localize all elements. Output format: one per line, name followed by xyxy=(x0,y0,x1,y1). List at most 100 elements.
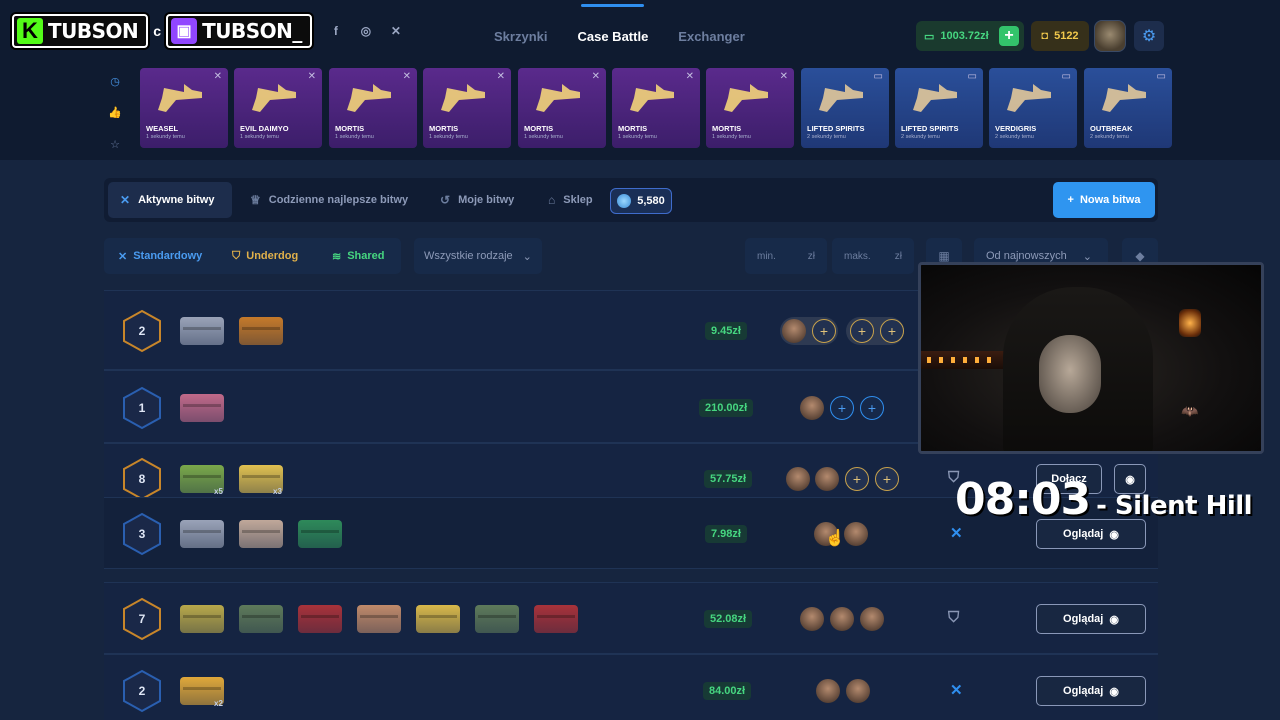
tag-separator: c xyxy=(153,23,162,39)
lamp xyxy=(1179,309,1201,337)
eye-icon: ◉ xyxy=(1109,528,1119,541)
stream-timer: 08:03 - Silent Hill xyxy=(955,474,1253,525)
join-slot-button[interactable]: + xyxy=(830,395,854,420)
deposit-button[interactable]: + xyxy=(999,26,1019,46)
twitch-tag: ▣ TUBSON_ xyxy=(166,14,312,48)
close-icon[interactable]: ✕ xyxy=(403,71,411,82)
tab-active-battles[interactable]: ✕ Aktywne bitwy xyxy=(108,182,232,218)
case-quantity: x2 xyxy=(214,699,223,708)
close-icon[interactable]: ▭ xyxy=(874,71,883,82)
battle-price: 84.00zł xyxy=(703,682,752,700)
close-icon[interactable]: ▭ xyxy=(1062,71,1071,82)
watch-button[interactable]: Oglądaj ◉ xyxy=(1036,676,1146,706)
close-icon[interactable]: ✕ xyxy=(308,71,316,82)
case-quantity: x3 xyxy=(273,487,282,496)
facebook-icon[interactable]: f xyxy=(328,23,344,39)
thumbs-up-icon[interactable]: 👍 xyxy=(108,106,122,119)
drop-card[interactable]: ✕ EVIL DAIMYO 1 sekundy temu xyxy=(234,68,322,148)
player-avatar xyxy=(830,607,854,631)
social-links: f ◎ ✕ xyxy=(328,23,404,39)
close-icon[interactable]: ▭ xyxy=(968,71,977,82)
max-price-input[interactable]: maks. zł xyxy=(832,238,914,274)
coins-balance[interactable]: ◘ 5122 xyxy=(1031,21,1089,51)
drop-skin-name: LIFTED SPIRITS xyxy=(901,124,959,133)
kick-tag: K TUBSON xyxy=(12,14,149,48)
drop-card[interactable]: ▭ LIFTED SPIRITS 2 sekundy temu xyxy=(895,68,983,148)
rounds-count: 2 xyxy=(138,324,146,338)
eye-icon: ◉ xyxy=(1109,613,1119,626)
drop-card[interactable]: ✕ WEASEL 1 sekundy temu xyxy=(140,68,228,148)
coin-icon: ◘ xyxy=(1041,30,1049,42)
join-slot-button[interactable]: + xyxy=(860,395,884,420)
drop-card[interactable]: ✕ MORTIS 1 sekundy temu xyxy=(329,68,417,148)
drop-time: 1 sekundy temu xyxy=(146,134,185,140)
close-icon[interactable]: ✕ xyxy=(780,71,788,82)
close-icon[interactable]: ✕ xyxy=(686,71,694,82)
weapon-skin-image xyxy=(909,84,969,118)
case-image xyxy=(298,605,342,633)
case-quantity: x5 xyxy=(214,487,223,496)
close-icon[interactable]: ▭ xyxy=(1157,71,1166,82)
join-slot-button[interactable]: + xyxy=(875,467,899,491)
player-avatar xyxy=(844,522,868,546)
watch-button[interactable]: Oglądaj ◉ xyxy=(1036,604,1146,634)
wallet-balance[interactable]: ▭ 1003.72zł + xyxy=(916,21,1024,51)
weapon-skin-image xyxy=(1003,84,1063,118)
close-icon[interactable]: ✕ xyxy=(592,71,600,82)
weapon-skin-image xyxy=(532,84,592,118)
tab-my-battles[interactable]: ↺ Moje bitwy xyxy=(428,182,526,218)
x-twitter-icon[interactable]: ✕ xyxy=(388,23,404,39)
join-slot-button[interactable]: + xyxy=(880,319,904,343)
drop-time: 2 sekundy temu xyxy=(807,134,846,140)
close-icon[interactable]: ✕ xyxy=(497,71,505,82)
case-image xyxy=(534,605,578,633)
drop-card[interactable]: ▭ OUTBREAK 2 sekundy temu xyxy=(1084,68,1172,148)
drop-card[interactable]: ▭ LIFTED SPIRITS 2 sekundy temu xyxy=(801,68,889,148)
player-avatar xyxy=(860,607,884,631)
weapon-skin-image xyxy=(343,84,403,118)
trophy-icon: ♕ xyxy=(250,193,261,207)
tab-shop[interactable]: ⌂ Sklep xyxy=(536,182,605,218)
drops-filter-icons: ◷ 👍 ☆ xyxy=(104,66,126,160)
filter-underdog[interactable]: ⛉ Underdog xyxy=(232,238,298,274)
instagram-icon[interactable]: ◎ xyxy=(358,23,374,39)
nav-exchanger[interactable]: Exchanger xyxy=(678,0,744,72)
battle-row[interactable]: 7 52.08zł ⛉ Oglądaj ◉ xyxy=(104,582,1158,654)
gems-balance[interactable]: 5,580 xyxy=(610,188,672,214)
clock-icon[interactable]: ◷ xyxy=(110,75,120,88)
drop-time: 1 sekundy temu xyxy=(335,134,374,140)
nav-case-battle[interactable]: Case Battle xyxy=(577,0,648,72)
battle-type-select[interactable]: Wszystkie rodzaje ⌄ xyxy=(414,238,542,274)
player-avatar xyxy=(816,679,840,703)
coins-value: 5122 xyxy=(1054,30,1079,42)
filter-standard[interactable]: ✕ Standardowy xyxy=(118,238,202,274)
basket-icon: ⌂ xyxy=(548,193,556,207)
weapon-skin-image xyxy=(626,84,686,118)
case-image xyxy=(357,605,401,633)
rounds-hexagon: 3 xyxy=(120,512,164,556)
user-avatar[interactable] xyxy=(1094,20,1126,52)
battle-row[interactable]: 2 x2 84.00zł ✕ Oglądaj ◉ xyxy=(104,654,1158,720)
nav-cases[interactable]: Skrzynki xyxy=(494,0,547,72)
filter-shared[interactable]: ≋ Shared xyxy=(332,238,385,274)
drop-time: 1 sekundy temu xyxy=(240,134,279,140)
drop-card[interactable]: ▭ VERDIGRIS 2 sekundy temu xyxy=(989,68,1077,148)
drop-card[interactable]: ✕ MORTIS 1 sekundy temu xyxy=(423,68,511,148)
join-slot-button[interactable]: + xyxy=(845,467,869,491)
close-icon[interactable]: ✕ xyxy=(214,71,222,82)
star-icon[interactable]: ☆ xyxy=(110,138,120,151)
drop-card[interactable]: ✕ MORTIS 1 sekundy temu xyxy=(706,68,794,148)
join-slot-button[interactable]: + xyxy=(812,319,836,343)
rounds-hexagon: 8 xyxy=(120,457,164,501)
drop-card[interactable]: ✕ MORTIS 1 sekundy temu xyxy=(518,68,606,148)
min-price-input[interactable]: min. zł xyxy=(745,238,827,274)
rounds-count: 3 xyxy=(138,527,146,541)
join-slot-button[interactable]: + xyxy=(850,319,874,343)
settings-gear-icon[interactable]: ⚙ xyxy=(1134,21,1164,51)
live-drops-bar: ◷ 👍 ☆ ✕ WEASEL 1 sekundy temu ✕ EVIL DAIMYO 1… xyxy=(0,66,1280,160)
history-icon: ↺ xyxy=(440,193,451,207)
new-battle-button[interactable]: + Nowa bitwa xyxy=(1053,182,1155,218)
rounds-hexagon: 7 xyxy=(120,597,164,641)
drop-card[interactable]: ✕ MORTIS 1 sekundy temu xyxy=(612,68,700,148)
tab-daily-best[interactable]: ♕ Codzienne najlepsze bitwy xyxy=(238,182,420,218)
